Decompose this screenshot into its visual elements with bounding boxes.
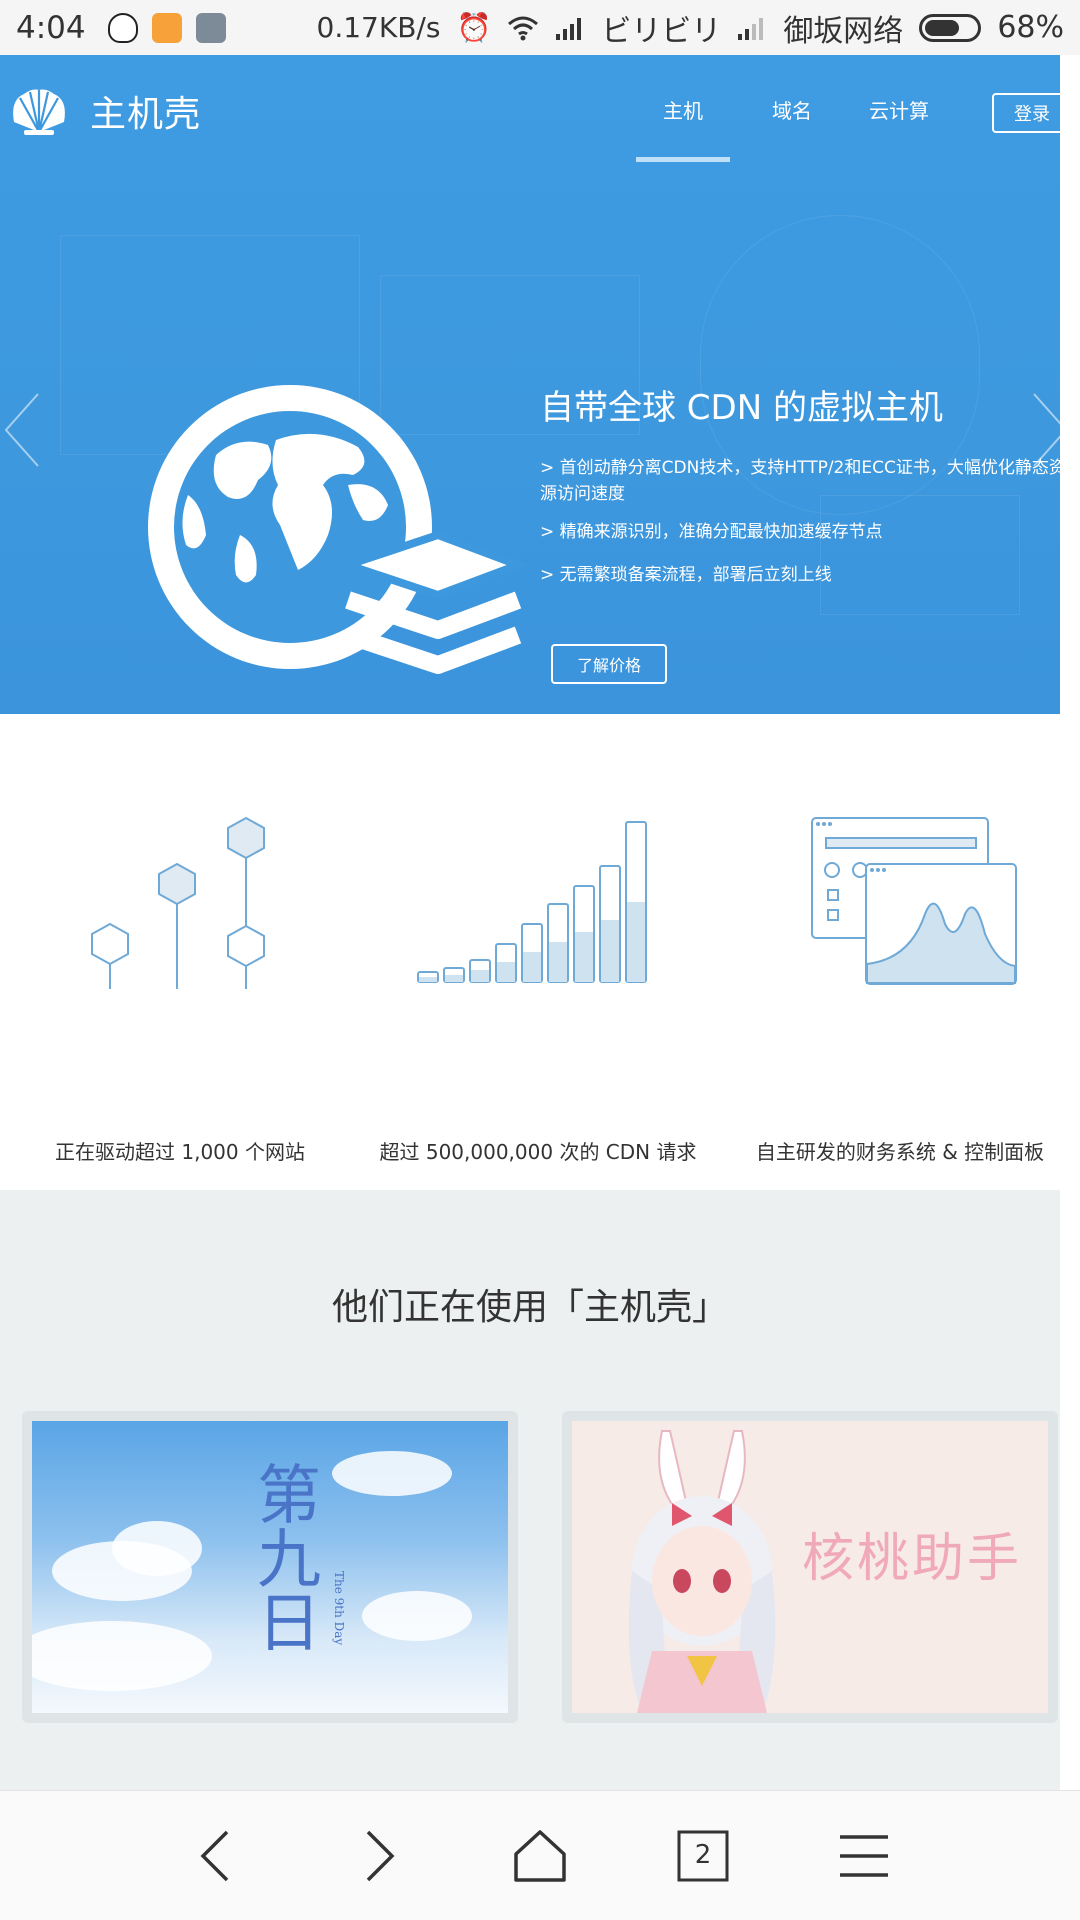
- logo-text: 主机壳: [90, 94, 202, 135]
- customer-card[interactable]: 核桃助手: [562, 1411, 1058, 1723]
- battery-icon: [919, 13, 982, 42]
- signal-icon: [556, 17, 582, 40]
- message-notification-icon: [195, 12, 226, 43]
- hero-section: 主机壳 主机 域名 云计算 登录 自带全球 CDN 的虚拟主机 > 首创动静分离…: [0, 55, 1060, 714]
- customer-image: 第九日 The 9th Day: [32, 1421, 508, 1713]
- hero-bg-decoration: [820, 495, 1020, 615]
- nav-item-host[interactable]: 主机: [636, 95, 730, 162]
- back-icon: [200, 1830, 229, 1882]
- feature-cdn: 超过 500,000,000 次的 CDN 请求: [373, 814, 703, 1164]
- status-bar: 4:04 0.17KB/s ⏰ ビリビリ 御坂网络 68%: [0, 0, 1080, 55]
- cloud-shape: [112, 1521, 202, 1576]
- carrier-1: ビリビリ: [601, 13, 722, 49]
- dashboard-windows-icon: [811, 817, 1017, 985]
- hero-title: 自带全球 CDN 的虚拟主机: [540, 388, 943, 428]
- cloud-shape: [32, 1621, 212, 1691]
- menu-icon: [840, 1835, 888, 1877]
- site-navbar: 主机壳 主机 域名 云计算 登录: [0, 55, 1060, 173]
- hexagon-nodes-icon: [91, 816, 265, 989]
- globe-server-illustration: [148, 385, 528, 674]
- hero-bullet-3: > 无需繁琐备案流程，部署后立刻上线: [540, 565, 832, 585]
- nav-item-domain[interactable]: 域名: [772, 95, 812, 124]
- customer-name: 核桃助手: [802, 1529, 1023, 1589]
- customer-image: 核桃助手: [572, 1421, 1048, 1713]
- qq-notification-icon: [107, 12, 138, 43]
- bar-growth-icon: [417, 821, 647, 983]
- customer-subname: The 9th Day: [332, 1571, 346, 1646]
- menu-button[interactable]: [824, 1821, 904, 1891]
- battery-fill: [925, 19, 960, 36]
- back-button[interactable]: [175, 1821, 255, 1891]
- hero-bullet-2: > 精确来源识别，准确分配最快加速缓存节点: [540, 522, 883, 542]
- carrier-2: 御坂网络: [783, 13, 904, 49]
- shell-logo-icon: [13, 89, 65, 135]
- wifi-icon: [508, 16, 539, 40]
- customers-section: 他们正在使用「主机壳」 第九日 The 9th Day 核桃助手: [0, 1190, 1060, 1790]
- app-notification-icon: [151, 12, 182, 43]
- site-logo[interactable]: 主机壳: [10, 85, 201, 137]
- cloud-shape: [332, 1451, 452, 1496]
- feature-dashboard: 自主研发的财务系统 & 控制面板: [735, 814, 1065, 1164]
- home-button[interactable]: [500, 1821, 580, 1891]
- feature-label-websites: 正在驱动超过 1,000 个网站: [55, 1140, 305, 1164]
- feature-websites: 正在驱动超过 1,000 个网站: [15, 814, 345, 1164]
- feature-label-dashboard: 自主研发的财务系统 & 控制面板: [755, 1140, 1045, 1164]
- customers-title: 他们正在使用「主机壳」: [331, 1287, 728, 1328]
- forward-button[interactable]: [340, 1821, 420, 1891]
- forward-icon: [366, 1830, 395, 1882]
- hero-bullet-1: > 首创动静分离CDN技术，支持HTTP/2和ECC证书，大幅优化静态资源访问速…: [540, 458, 1060, 504]
- status-time: 4:04: [16, 9, 86, 46]
- customer-card[interactable]: 第九日 The 9th Day: [22, 1411, 518, 1723]
- see-pricing-button[interactable]: 了解价格: [551, 644, 667, 684]
- slider-prev-icon[interactable]: [2, 390, 42, 470]
- features-section: 正在驱动超过 1,000 个网站 超过 500,000,000 次的 CDN 请…: [0, 714, 1060, 1190]
- login-button[interactable]: 登录: [992, 93, 1060, 133]
- cloud-shape: [362, 1591, 472, 1641]
- nav-item-cloud[interactable]: 云计算: [869, 95, 929, 124]
- alarm-icon: ⏰: [456, 11, 492, 44]
- customer-name: 第九日: [246, 1461, 320, 1653]
- network-speed: 0.17KB/s: [316, 11, 441, 44]
- anime-character-illustration: [628, 1430, 776, 1713]
- tab-count: 2: [694, 1840, 712, 1870]
- home-icon: [514, 1830, 566, 1882]
- feature-label-cdn: 超过 500,000,000 次的 CDN 请求: [379, 1140, 697, 1164]
- browser-toolbar: 2: [0, 1790, 1080, 1920]
- signal-weak-icon: [738, 17, 764, 40]
- battery-percent: 68%: [997, 10, 1064, 45]
- tabs-button[interactable]: 2: [663, 1821, 743, 1891]
